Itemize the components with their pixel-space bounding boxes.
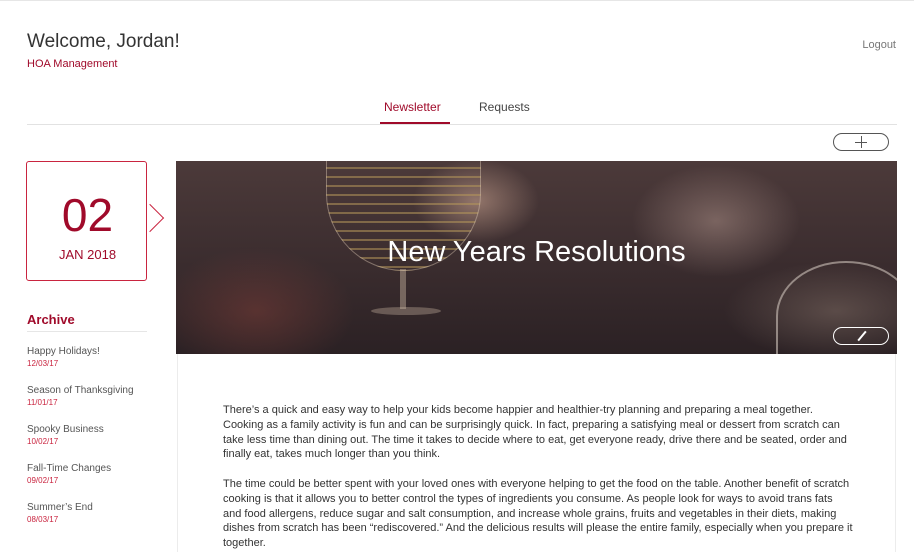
archive-item-title: Season of Thanksgiving [27,385,134,396]
archive-item-date: 12/03/17 [27,359,59,368]
archive-divider [27,331,147,332]
tabs-divider [27,124,897,125]
archive-item[interactable]: Summer’s End 08/03/17 [27,501,157,540]
archive-item-date: 09/02/17 [27,476,59,485]
archive-item-date: 10/02/17 [27,437,59,446]
issue-month-year: JAN 2018 [58,247,117,262]
tab-newsletter[interactable]: Newsletter [384,100,441,114]
archive-item[interactable]: Happy Holidays! 12/03/17 [27,345,157,384]
wine-glass-stem [400,269,406,309]
company-name: HOA Management [27,58,118,70]
newsletter-body: There’s a quick and easy way to help you… [177,354,896,552]
archive-item[interactable]: Fall-Time Changes 09/02/17 [27,462,157,501]
main-tabs: Newsletter Requests [0,100,914,126]
archive-item-date: 08/03/17 [27,515,59,524]
welcome-heading: Welcome, Jordan! [27,31,180,52]
archive-item[interactable]: Season of Thanksgiving 11/01/17 [27,384,157,423]
archive-item-date: 11/01/17 [27,398,58,407]
pencil-icon [857,330,867,342]
archive-item-title: Happy Holidays! [27,346,100,357]
newsletter-title: New Years Resolutions [387,236,686,268]
current-issue-date: 02 JAN 2018 [26,161,147,281]
add-newsletter-button[interactable] [833,133,889,151]
edit-newsletter-button[interactable] [833,327,889,345]
archive-heading: Archive [27,312,75,327]
archive-item-title: Fall-Time Changes [27,463,112,474]
article-paragraph: There’s a quick and easy way to help you… [223,404,847,461]
archive-item-title: Summer’s End [27,502,93,513]
tab-requests[interactable]: Requests [479,100,530,114]
logout-link[interactable]: Logout [862,39,896,51]
wine-glass-base [371,307,441,315]
archive-item[interactable]: Spooky Business 10/02/17 [27,423,157,462]
article-paragraph: The time could be better spent with your… [223,478,853,550]
archive-item-title: Spooky Business [27,424,104,435]
archive-list: Happy Holidays! 12/03/17 Season of Thank… [27,345,157,540]
top-divider [0,0,914,1]
newsletter-hero-image: New Years Resolutions [176,161,897,354]
issue-day: 02 [61,189,114,241]
